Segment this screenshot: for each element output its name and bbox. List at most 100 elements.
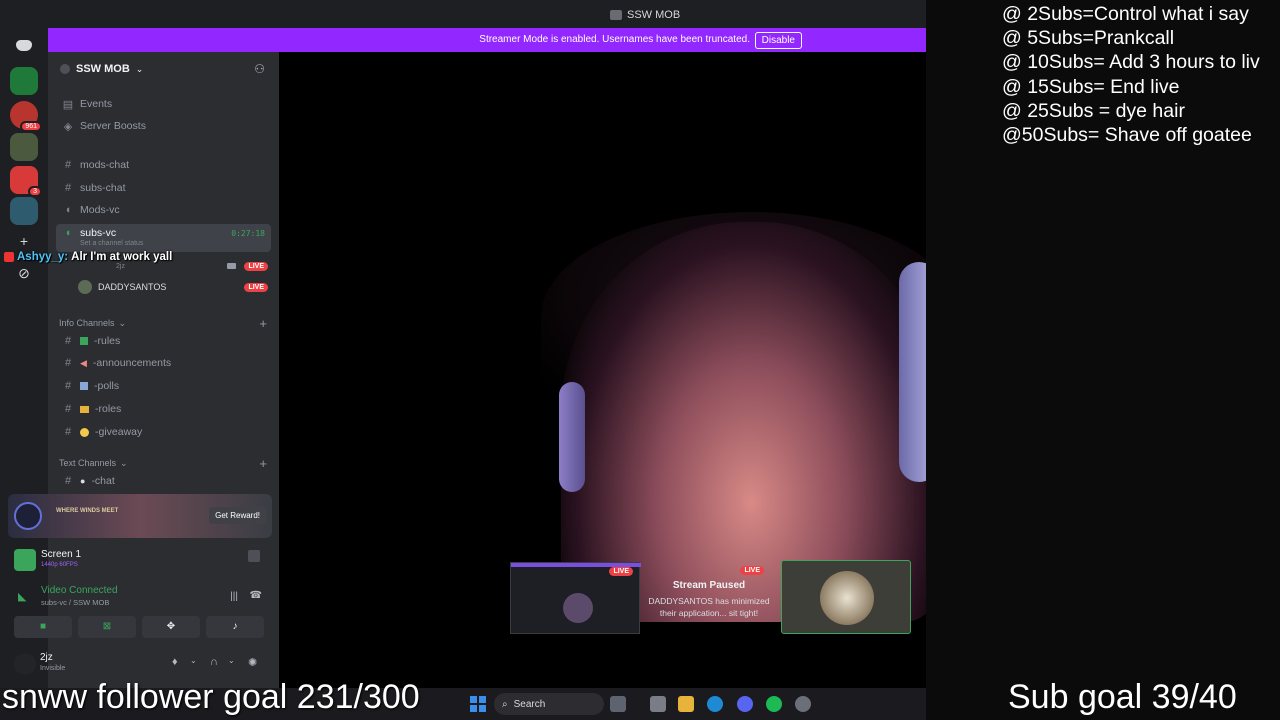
title-bar: SSW MOB <box>0 0 926 27</box>
create-channel-icon[interactable]: + <box>259 316 267 331</box>
stream-paused-tile[interactable]: LIVE Stream Paused DADDYSANTOS has minim… <box>644 564 774 630</box>
voice-user-name: DADDYSANTOS <box>98 282 167 292</box>
channel-label: subs-chat <box>80 182 126 194</box>
chat-username: Ashyy_y: <box>17 251 69 263</box>
screen-share-button[interactable]: ⊠ <box>78 616 136 638</box>
megaphone-icon: ◀ <box>80 357 87 368</box>
taskbar-search[interactable]: ⌕ Search <box>494 693 604 715</box>
server-icon-tree[interactable] <box>10 133 38 161</box>
stream-quality: 1440p 60FPS <box>41 562 78 568</box>
disconnect-icon[interactable]: ☎ <box>250 590 262 601</box>
add-server-icon[interactable]: + <box>14 231 34 251</box>
channel-label: -chat <box>91 475 115 487</box>
goal-item: @ 25Subs = dye hair <box>1002 99 1185 122</box>
hash-icon: # <box>64 475 72 487</box>
search-icon: ⌕ <box>502 698 508 710</box>
voice-channel-path[interactable]: subs-vc / SSW MOB <box>41 598 109 607</box>
avatar <box>78 280 92 294</box>
server-header[interactable]: SSW MOB ⌄ ⚇ <box>48 52 279 86</box>
screen-share-icon <box>14 549 36 571</box>
participant-tile[interactable] <box>781 560 911 634</box>
channel-events[interactable]: ▤ Events <box>56 94 271 114</box>
camera-icon <box>227 263 236 269</box>
avatar <box>820 571 874 625</box>
headphone-left <box>559 382 585 492</box>
channel-label: -polls <box>94 380 120 392</box>
server-icon-kick[interactable] <box>10 67 38 95</box>
stream-preview-tile[interactable]: LIVE <box>510 562 641 634</box>
folder-icon <box>80 405 89 413</box>
obs-icon[interactable] <box>795 696 811 712</box>
activities-button[interactable]: ✥ <box>142 616 200 638</box>
chevron-down-icon[interactable]: ⌄ <box>228 656 235 665</box>
hash-icon: # <box>64 426 72 438</box>
live-badge: LIVE <box>740 566 764 575</box>
stop-stream-icon[interactable] <box>248 550 260 562</box>
streamer-mode-banner: Streamer Mode is enabled. Usernames have… <box>48 28 926 52</box>
get-reward-button[interactable]: Get Reward! <box>209 507 266 524</box>
spotify-icon[interactable] <box>766 696 782 712</box>
gear-icon[interactable]: ✺ <box>248 656 257 669</box>
server-icon-game[interactable]: 3 <box>10 166 42 197</box>
headphones-icon[interactable]: ∩ <box>210 656 218 668</box>
edge-icon[interactable] <box>707 696 723 712</box>
category-label: Text Channels <box>59 458 117 468</box>
channel-label: Events <box>80 98 113 110</box>
call-timer: 0:27:18 <box>231 229 265 238</box>
channel-polls[interactable]: # -polls <box>56 376 271 396</box>
category-info-channels[interactable]: Info Channels ⌄ + <box>59 316 267 331</box>
channel-rules[interactable]: # -rules <box>56 331 271 351</box>
soundboard-button[interactable]: ♪ <box>206 616 264 638</box>
noise-suppression-icon[interactable]: ||| <box>230 591 238 602</box>
server-icon-vr[interactable] <box>10 197 38 225</box>
live-badge: LIVE <box>609 567 633 576</box>
task-view-icon[interactable] <box>610 696 626 712</box>
sub-goal: Sub goal 39/40 <box>1008 678 1237 716</box>
widgets-icon[interactable] <box>650 696 666 712</box>
channel-chat[interactable]: # ● -chat <box>56 471 271 491</box>
channel-subs-vc[interactable]: ◖ subs-vc 0:27:18 Set a channel status <box>56 224 271 252</box>
stream-paused-title: Stream Paused <box>672 580 746 591</box>
disable-streamer-mode-button[interactable]: Disable <box>754 32 802 49</box>
windows-start-icon[interactable] <box>470 696 486 712</box>
voice-status: Video Connected <box>41 585 118 596</box>
discord-home-icon[interactable] <box>10 31 38 59</box>
file-explorer-icon[interactable] <box>678 696 694 712</box>
add-user-icon[interactable]: ⚇ <box>254 62 265 76</box>
sub-goals-list: @ 2Subs=Control what i say @ 5Subs=Prank… <box>1002 2 1260 147</box>
stream-paused-text: DADDYSANTOS has minimized their applicat… <box>648 596 770 618</box>
channel-label: -announcements <box>92 357 172 369</box>
channel-roles[interactable]: # -roles <box>56 399 271 419</box>
server-icon-red[interactable]: 961 <box>10 101 42 132</box>
category-label: Info Channels <box>59 318 115 328</box>
stream-capture: SSW MOB Streamer Mode is enabled. Userna… <box>0 0 1280 720</box>
channel-announcements[interactable]: # ◀ -announcements <box>56 353 271 373</box>
channel-label: Server Boosts <box>80 120 146 132</box>
channel-server-boosts[interactable]: ◈ Server Boosts <box>56 116 271 136</box>
create-channel-icon[interactable]: + <box>259 456 267 471</box>
channel-label: -giveaway <box>95 426 143 438</box>
stream-viewer[interactable]: LIVE LIVE Stream Paused DADDYSANTOS has … <box>279 52 926 688</box>
channel-mods-vc[interactable]: ◖ Mods-vc <box>56 200 271 220</box>
voice-connection-panel: ◣ Video Connected subs-vc / SSW MOB ||| … <box>8 580 272 646</box>
channel-mods-chat[interactable]: # mods-chat <box>56 155 271 175</box>
speech-bubble-icon: ● <box>80 476 86 486</box>
category-text-channels[interactable]: Text Channels ⌄ + <box>59 456 267 471</box>
avatar[interactable] <box>14 653 36 675</box>
hash-icon: # <box>64 159 72 171</box>
server-icon <box>610 10 622 20</box>
discover-compass-icon[interactable]: ⊘ <box>14 263 34 283</box>
chevron-down-icon[interactable]: ⌄ <box>190 656 197 665</box>
window-title-text: SSW MOB <box>627 9 681 21</box>
microphone-icon[interactable]: ♦ <box>172 656 178 668</box>
mention-badge: 3 <box>28 186 42 197</box>
camera-button[interactable]: ■ <box>14 616 72 638</box>
channel-label: -roles <box>95 403 122 415</box>
channel-status-hint[interactable]: Set a channel status <box>80 240 143 247</box>
channel-subs-chat[interactable]: # subs-chat <box>56 178 271 198</box>
voice-user-daddysantos[interactable]: DADDYSANTOS LIVE <box>78 278 268 296</box>
discord-taskbar-icon[interactable] <box>737 696 753 712</box>
channel-label: Mods-vc <box>80 204 120 216</box>
channel-giveaway[interactable]: # -giveaway <box>56 422 271 442</box>
server-badge-icon <box>60 64 70 74</box>
